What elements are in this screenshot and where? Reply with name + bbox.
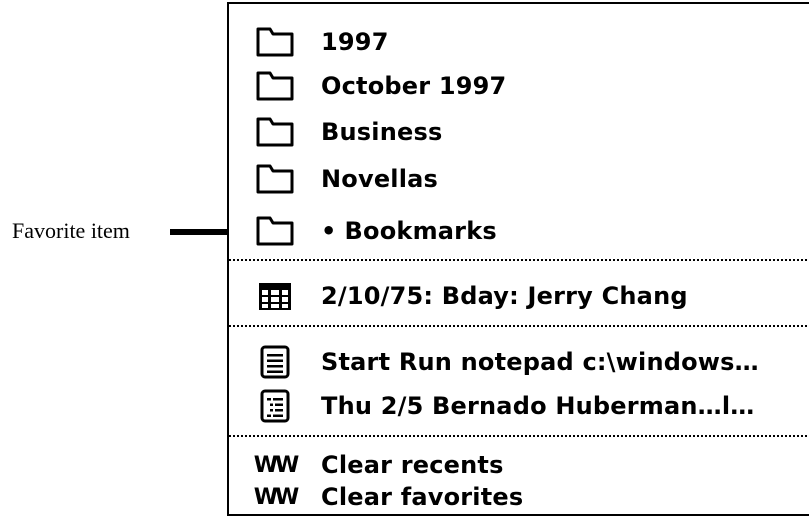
ww-glyph: WW bbox=[253, 452, 300, 478]
clear-favorites-menu-item[interactable]: WW Clear favorites bbox=[229, 480, 809, 514]
menu-item-business[interactable]: Business bbox=[229, 110, 809, 154]
menu-item-label: 1997 bbox=[321, 28, 389, 56]
folder-icon bbox=[253, 211, 297, 251]
menu-item-label: Clear recents bbox=[321, 451, 504, 479]
menu-separator bbox=[229, 435, 809, 437]
menu-item-label: Thu 2/5 Bernado Huberman…l… bbox=[321, 392, 755, 420]
menu-item-document-notepad[interactable]: Start Run notepad c:\windows… bbox=[229, 340, 809, 384]
menu-item-label: 2/10/75: Bday: Jerry Chang bbox=[321, 282, 688, 310]
menu-separator bbox=[229, 259, 809, 261]
folder-icon bbox=[253, 66, 297, 106]
ww-glyph: WW bbox=[253, 484, 300, 510]
menu-item-label: Clear favorites bbox=[321, 483, 524, 511]
menu-item-label: Novellas bbox=[321, 165, 439, 193]
menu-item-novellas[interactable]: Novellas bbox=[229, 157, 809, 201]
menu-item-label: October 1997 bbox=[321, 72, 507, 100]
menu-item-1997[interactable]: 1997 bbox=[229, 20, 809, 64]
menu-item-label: Business bbox=[321, 118, 443, 146]
popup-menu: 1997 October 1997 Business Novellas • Boo… bbox=[227, 2, 809, 516]
menu-separator bbox=[229, 325, 809, 327]
menu-item-label-text: Bookmarks bbox=[344, 217, 497, 245]
menu-item-bookmarks[interactable]: • Bookmarks bbox=[229, 209, 809, 253]
favorite-marker: • bbox=[321, 217, 337, 245]
menu-item-label: • Bookmarks bbox=[321, 217, 497, 245]
calendar-icon bbox=[253, 276, 297, 316]
document-icon bbox=[253, 342, 297, 382]
folder-icon bbox=[253, 22, 297, 62]
menu-item-calendar-event[interactable]: 2/10/75: Bday: Jerry Chang bbox=[229, 274, 809, 318]
list-document-icon bbox=[253, 386, 297, 426]
folder-icon bbox=[253, 159, 297, 199]
folder-icon bbox=[253, 112, 297, 152]
clear-recents-menu-item[interactable]: WW Clear recents bbox=[229, 448, 809, 482]
favorite-item-callout-label: Favorite item bbox=[12, 218, 130, 243]
menu-item-october-1997[interactable]: October 1997 bbox=[229, 64, 809, 108]
menu-item-document-meeting[interactable]: Thu 2/5 Bernado Huberman…l… bbox=[229, 384, 809, 428]
menu-item-label: Start Run notepad c:\windows… bbox=[321, 348, 759, 376]
ww-icon: WW bbox=[253, 477, 300, 517]
